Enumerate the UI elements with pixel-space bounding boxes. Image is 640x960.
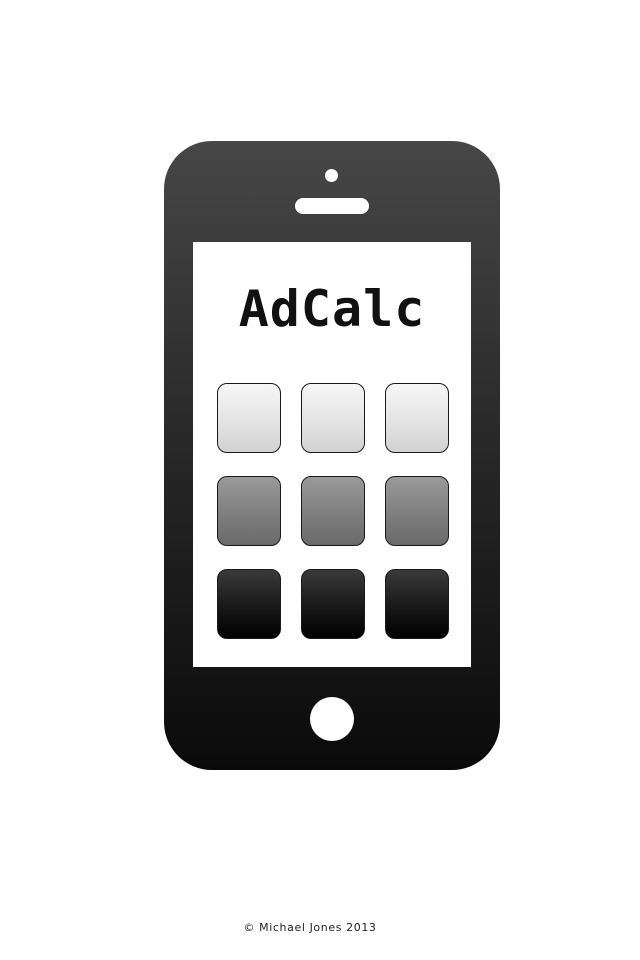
app-tile [385, 476, 449, 546]
camera-icon [325, 169, 338, 182]
splash-screen: AdCalc © Michael Jones 2013 [0, 0, 640, 960]
app-tile [301, 383, 365, 453]
phone-illustration: AdCalc [164, 141, 500, 770]
app-tile [217, 569, 281, 639]
speaker-icon [295, 198, 369, 214]
app-tile [217, 383, 281, 453]
app-tile [301, 569, 365, 639]
app-tile [385, 383, 449, 453]
home-button-icon [310, 697, 354, 741]
app-tile [385, 569, 449, 639]
phone-screen: AdCalc [193, 242, 471, 667]
app-tile [301, 476, 365, 546]
app-tile [217, 476, 281, 546]
copyright-text: © Michael Jones 2013 [243, 921, 377, 934]
app-title: AdCalc [238, 280, 426, 338]
